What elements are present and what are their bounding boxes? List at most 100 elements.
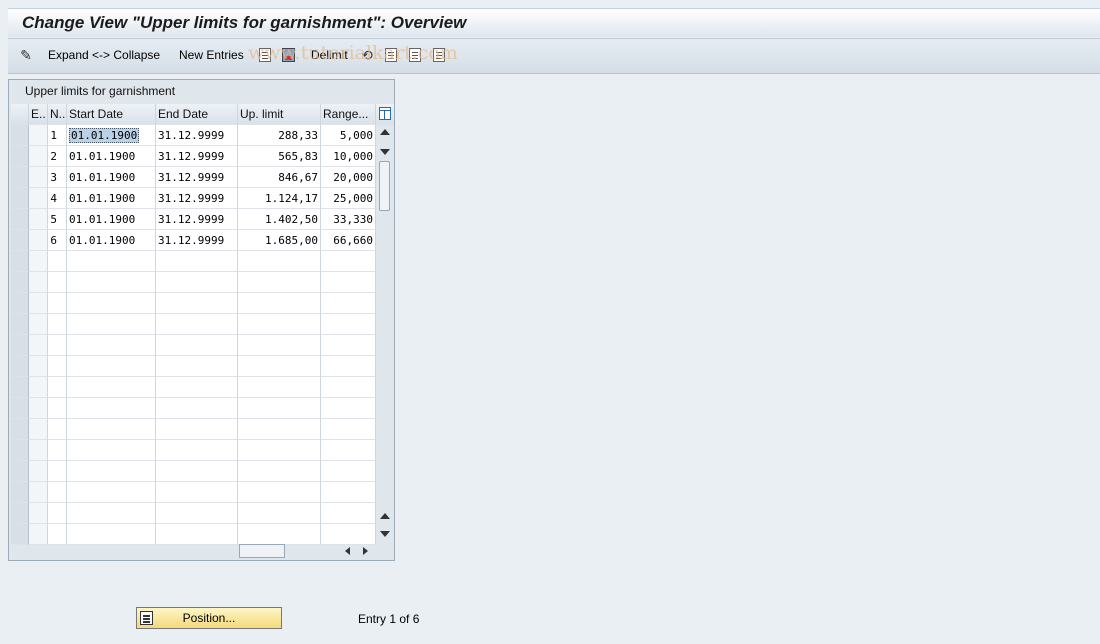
cell-range[interactable]: [321, 524, 376, 545]
cell-up-limit[interactable]: [238, 482, 321, 503]
cell-end-date[interactable]: 31.12.9999: [156, 230, 238, 251]
row-selector[interactable]: [11, 356, 29, 377]
cell-range[interactable]: 25,000: [321, 188, 376, 209]
cell-up-limit[interactable]: [238, 524, 321, 545]
cell-range[interactable]: 5,000: [321, 125, 376, 146]
expand-collapse-button[interactable]: Expand <-> Collapse: [48, 48, 160, 62]
row-selector[interactable]: [11, 146, 29, 167]
row-selector[interactable]: [11, 419, 29, 440]
row-selector[interactable]: [11, 167, 29, 188]
cell-end-date[interactable]: [156, 440, 238, 461]
cell-end-date[interactable]: [156, 461, 238, 482]
cell-up-limit[interactable]: [238, 356, 321, 377]
row-selector[interactable]: [11, 524, 29, 545]
cell-up-limit[interactable]: [238, 293, 321, 314]
cell-start-date[interactable]: [67, 272, 156, 293]
scroll-down-icon[interactable]: [380, 149, 390, 155]
cell-start-date[interactable]: [67, 482, 156, 503]
cell-up-limit[interactable]: [238, 503, 321, 524]
cell-up-limit[interactable]: [238, 314, 321, 335]
scroll-right-icon[interactable]: [363, 547, 368, 555]
cell-range[interactable]: [321, 482, 376, 503]
cell-end-date[interactable]: [156, 314, 238, 335]
horizontal-scrollbar[interactable]: [239, 544, 379, 558]
cell-start-date[interactable]: 01.01.1900: [67, 167, 156, 188]
cell-up-limit[interactable]: 846,67: [238, 167, 321, 188]
cell-end-date[interactable]: [156, 419, 238, 440]
copy-icon[interactable]: [259, 48, 271, 62]
row-selector[interactable]: [11, 293, 29, 314]
row-selector[interactable]: [11, 230, 29, 251]
cell-start-date[interactable]: [67, 419, 156, 440]
cell-up-limit[interactable]: [238, 272, 321, 293]
cell-start-date[interactable]: 01.01.1900: [67, 188, 156, 209]
select-block-icon[interactable]: [409, 48, 421, 62]
cell-end-date[interactable]: [156, 503, 238, 524]
cell-range[interactable]: [321, 314, 376, 335]
scroll-up-icon[interactable]: [380, 129, 390, 135]
cell-range[interactable]: [321, 356, 376, 377]
page-up-icon[interactable]: [380, 513, 390, 519]
cell-range[interactable]: [321, 251, 376, 272]
cell-start-date[interactable]: [67, 251, 156, 272]
cell-start-date[interactable]: [67, 440, 156, 461]
page-down-icon[interactable]: [380, 531, 390, 537]
row-selector[interactable]: [11, 209, 29, 230]
row-selector[interactable]: [11, 335, 29, 356]
cell-range[interactable]: [321, 461, 376, 482]
pencil-glasses-icon[interactable]: ✎: [18, 47, 34, 63]
cell-up-limit[interactable]: [238, 440, 321, 461]
row-selector[interactable]: [11, 314, 29, 335]
column-header-range[interactable]: Range...: [321, 104, 376, 125]
cell-end-date[interactable]: [156, 356, 238, 377]
row-selector[interactable]: [11, 398, 29, 419]
cell-up-limit[interactable]: [238, 461, 321, 482]
row-selector[interactable]: [11, 125, 29, 146]
cell-up-limit[interactable]: 1.124,17: [238, 188, 321, 209]
cell-range[interactable]: 10,000: [321, 146, 376, 167]
cell-range[interactable]: 20,000: [321, 167, 376, 188]
select-all-icon[interactable]: [385, 48, 397, 62]
cell-end-date[interactable]: 31.12.9999: [156, 209, 238, 230]
cell-range[interactable]: 33,330: [321, 209, 376, 230]
column-header-n[interactable]: N..: [48, 104, 67, 125]
cell-range[interactable]: [321, 335, 376, 356]
row-selector[interactable]: [11, 482, 29, 503]
save-icon[interactable]: [282, 48, 295, 62]
cell-start-date[interactable]: 01.01.1900: [67, 230, 156, 251]
cell-end-date[interactable]: 31.12.9999: [156, 188, 238, 209]
cell-up-limit[interactable]: 1.685,00: [238, 230, 321, 251]
row-selector[interactable]: [11, 503, 29, 524]
cell-start-date[interactable]: [67, 461, 156, 482]
cell-start-date[interactable]: [67, 356, 156, 377]
row-selector[interactable]: [11, 188, 29, 209]
cell-end-date[interactable]: [156, 482, 238, 503]
deselect-all-icon[interactable]: [433, 48, 445, 62]
column-settings-icon[interactable]: [376, 104, 394, 125]
cell-start-date[interactable]: [67, 503, 156, 524]
row-selector[interactable]: [11, 251, 29, 272]
cell-range[interactable]: [321, 440, 376, 461]
selected-start-date[interactable]: 01.01.1900: [69, 128, 140, 143]
cell-range[interactable]: [321, 419, 376, 440]
cell-range[interactable]: 66,660: [321, 230, 376, 251]
cell-start-date[interactable]: [67, 524, 156, 545]
cell-end-date[interactable]: 31.12.9999: [156, 167, 238, 188]
horizontal-scroll-thumb[interactable]: [239, 544, 285, 558]
row-selector[interactable]: [11, 272, 29, 293]
cell-end-date[interactable]: [156, 524, 238, 545]
row-selector[interactable]: [11, 377, 29, 398]
cell-start-date[interactable]: [67, 314, 156, 335]
cell-start-date[interactable]: [67, 377, 156, 398]
cell-end-date[interactable]: [156, 251, 238, 272]
cell-up-limit[interactable]: [238, 251, 321, 272]
cell-end-date[interactable]: [156, 377, 238, 398]
cell-range[interactable]: [321, 503, 376, 524]
cell-start-date[interactable]: [67, 398, 156, 419]
position-button[interactable]: Position...: [136, 607, 282, 629]
row-selector[interactable]: [11, 461, 29, 482]
column-header-e[interactable]: E..: [29, 104, 48, 125]
column-header-start-date[interactable]: Start Date: [67, 104, 156, 125]
cell-up-limit[interactable]: [238, 377, 321, 398]
cell-up-limit[interactable]: [238, 398, 321, 419]
